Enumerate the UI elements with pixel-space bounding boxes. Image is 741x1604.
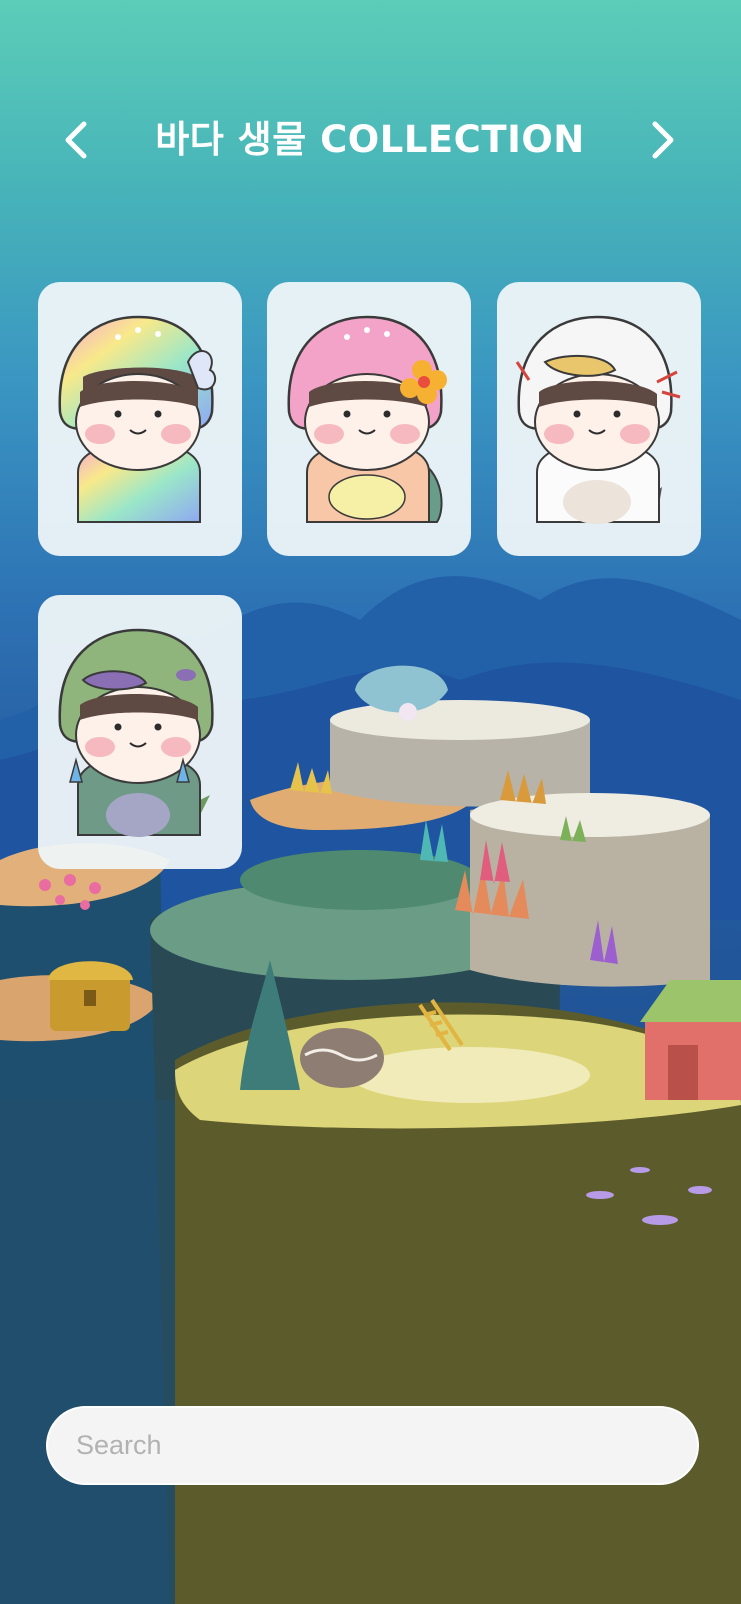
green-platypus-character-image xyxy=(58,628,214,837)
white-duck-character-image xyxy=(515,315,681,524)
collection-card-green-platypus[interactable] xyxy=(38,595,242,869)
next-button[interactable] xyxy=(633,110,693,170)
collection-screen: 바다 생물 COLLECTION xyxy=(0,0,741,1604)
header: 바다 생물 COLLECTION xyxy=(0,110,741,170)
rainbow-whale-character-image xyxy=(58,315,217,523)
collection-card-rainbow-whale[interactable] xyxy=(38,282,242,556)
chevron-right-icon xyxy=(652,121,674,159)
search-bar xyxy=(46,1406,699,1485)
chevron-left-icon xyxy=(65,121,87,159)
page-title: 바다 생물 COLLECTION xyxy=(155,118,585,161)
search-input[interactable] xyxy=(48,1408,697,1483)
collection-card-pink-turtle[interactable] xyxy=(267,282,471,556)
pink-turtle-character-image xyxy=(287,315,447,523)
previous-button[interactable] xyxy=(46,110,106,170)
treasure-chest-icon xyxy=(48,961,133,1031)
collection-card-white-duck[interactable] xyxy=(497,282,701,556)
house-icon xyxy=(640,980,741,1100)
